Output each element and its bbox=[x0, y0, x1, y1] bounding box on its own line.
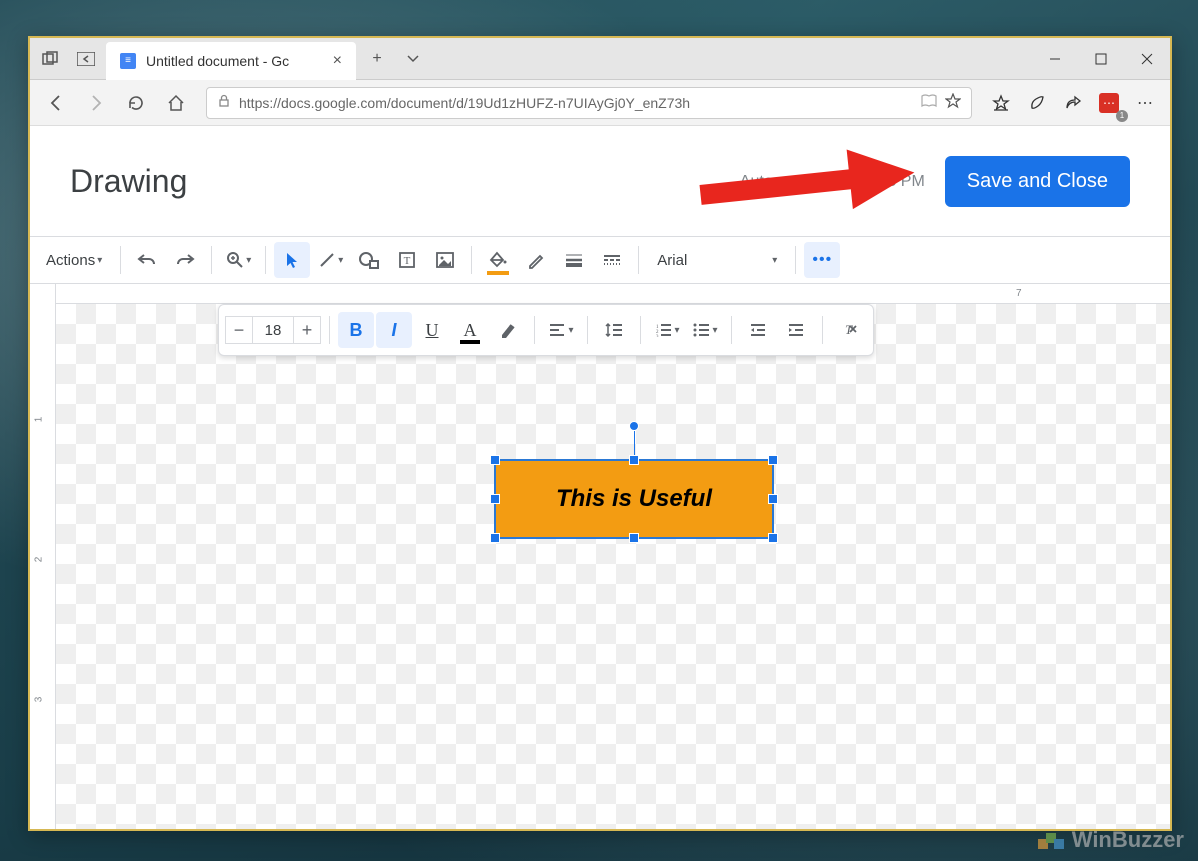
text-format-toolbar: − + B I U A bbox=[218, 304, 874, 356]
new-tab-button[interactable]: + bbox=[362, 44, 392, 74]
resize-handle-bl[interactable] bbox=[490, 533, 500, 543]
actions-menu[interactable]: Actions▾ bbox=[36, 242, 112, 278]
rotate-handle[interactable] bbox=[629, 421, 639, 431]
select-tool[interactable] bbox=[274, 242, 310, 278]
share-icon[interactable] bbox=[1056, 86, 1090, 120]
redo-button[interactable] bbox=[167, 242, 203, 278]
border-dash-button[interactable] bbox=[594, 242, 630, 278]
resize-handle-br[interactable] bbox=[768, 533, 778, 543]
drawing-canvas[interactable]: − + B I U A bbox=[56, 304, 1170, 829]
watermark-icon bbox=[1036, 827, 1066, 853]
bold-button[interactable]: B bbox=[338, 312, 374, 348]
svg-text:3: 3 bbox=[656, 335, 659, 337]
more-options-button[interactable]: ••• bbox=[804, 242, 840, 278]
url-text: https://docs.google.com/document/d/19Ud1… bbox=[239, 95, 913, 111]
border-weight-button[interactable] bbox=[556, 242, 592, 278]
fill-color-button[interactable] bbox=[480, 242, 516, 278]
aside-icon[interactable] bbox=[72, 45, 100, 73]
font-size-input[interactable] bbox=[253, 316, 293, 344]
tab-title: Untitled document - Gc bbox=[146, 53, 289, 69]
minimize-button[interactable] bbox=[1032, 38, 1078, 80]
text-color-button[interactable]: A bbox=[452, 312, 488, 348]
resize-handle-bm[interactable] bbox=[629, 533, 639, 543]
watermark: WinBuzzer bbox=[1036, 827, 1184, 853]
tab-menu-button[interactable] bbox=[398, 44, 428, 74]
text-shape[interactable]: This is Useful bbox=[494, 459, 774, 539]
back-button[interactable] bbox=[38, 85, 74, 121]
resize-handle-tm[interactable] bbox=[629, 455, 639, 465]
underline-button[interactable]: U bbox=[414, 312, 450, 348]
extension-icon[interactable]: ⋯ 1 bbox=[1092, 86, 1126, 120]
horizontal-ruler: 7 bbox=[56, 284, 1170, 304]
highlight-button[interactable] bbox=[490, 312, 526, 348]
decrease-font-button[interactable]: − bbox=[225, 316, 253, 344]
zoom-button[interactable]: ▾ bbox=[220, 242, 257, 278]
resize-handle-tr[interactable] bbox=[768, 455, 778, 465]
svg-text:T: T bbox=[404, 255, 411, 267]
reading-view-icon[interactable] bbox=[921, 94, 937, 111]
increase-indent-button[interactable] bbox=[778, 312, 814, 348]
bulleted-list-button[interactable]: ▾ bbox=[687, 312, 723, 348]
title-bar: ≡ Untitled document - Gc × + bbox=[30, 38, 1170, 80]
canvas-area: 1 2 3 7 − + B bbox=[30, 284, 1170, 829]
rotate-connector bbox=[634, 431, 635, 455]
main-toolbar: Actions▾ ▾ ▾ bbox=[30, 236, 1170, 284]
browser-tab[interactable]: ≡ Untitled document - Gc × bbox=[106, 42, 356, 80]
line-spacing-button[interactable] bbox=[596, 312, 632, 348]
clear-formatting-button[interactable]: T bbox=[831, 312, 867, 348]
border-color-button[interactable] bbox=[518, 242, 554, 278]
save-and-close-button[interactable]: Save and Close bbox=[945, 156, 1130, 207]
tab-actions-icon[interactable] bbox=[36, 45, 64, 73]
shape-text[interactable]: This is Useful bbox=[556, 485, 712, 513]
align-button[interactable]: ▾ bbox=[543, 312, 579, 348]
favorites-icon[interactable] bbox=[984, 86, 1018, 120]
favorite-star-icon[interactable] bbox=[945, 93, 961, 112]
italic-button[interactable]: I bbox=[376, 312, 412, 348]
address-bar-row: https://docs.google.com/document/d/19Ud1… bbox=[30, 80, 1170, 126]
autosave-status: Auto-saved at 6:14:55 PM bbox=[740, 173, 925, 191]
resize-handle-ml[interactable] bbox=[490, 494, 500, 504]
maximize-button[interactable] bbox=[1078, 38, 1124, 80]
lock-icon bbox=[217, 94, 231, 111]
close-window-button[interactable] bbox=[1124, 38, 1170, 80]
decrease-indent-button[interactable] bbox=[740, 312, 776, 348]
forward-button[interactable] bbox=[78, 85, 114, 121]
address-bar[interactable]: https://docs.google.com/document/d/19Ud1… bbox=[206, 87, 972, 119]
refresh-button[interactable] bbox=[118, 85, 154, 121]
resize-handle-tl[interactable] bbox=[490, 455, 500, 465]
home-button[interactable] bbox=[158, 85, 194, 121]
drawing-dialog: Drawing Auto-saved at 6:14:55 PM Save an… bbox=[30, 126, 1170, 829]
more-menu-icon[interactable]: ⋯ bbox=[1128, 86, 1162, 120]
notes-icon[interactable] bbox=[1020, 86, 1054, 120]
dialog-title: Drawing bbox=[70, 163, 187, 200]
shape-tool[interactable] bbox=[351, 242, 387, 278]
resize-handle-mr[interactable] bbox=[768, 494, 778, 504]
line-tool[interactable]: ▾ bbox=[312, 242, 349, 278]
browser-window: ≡ Untitled document - Gc × + bbox=[28, 36, 1172, 831]
close-tab-icon[interactable]: × bbox=[333, 52, 342, 70]
undo-button[interactable] bbox=[129, 242, 165, 278]
vertical-ruler: 1 2 3 bbox=[30, 284, 56, 829]
increase-font-button[interactable]: + bbox=[293, 316, 321, 344]
textbox-tool[interactable]: T bbox=[389, 242, 425, 278]
numbered-list-button[interactable]: 123 ▾ bbox=[649, 312, 685, 348]
docs-favicon-icon: ≡ bbox=[120, 53, 136, 69]
font-family-select[interactable]: Arial ▾ bbox=[647, 252, 787, 269]
image-tool[interactable] bbox=[427, 242, 463, 278]
